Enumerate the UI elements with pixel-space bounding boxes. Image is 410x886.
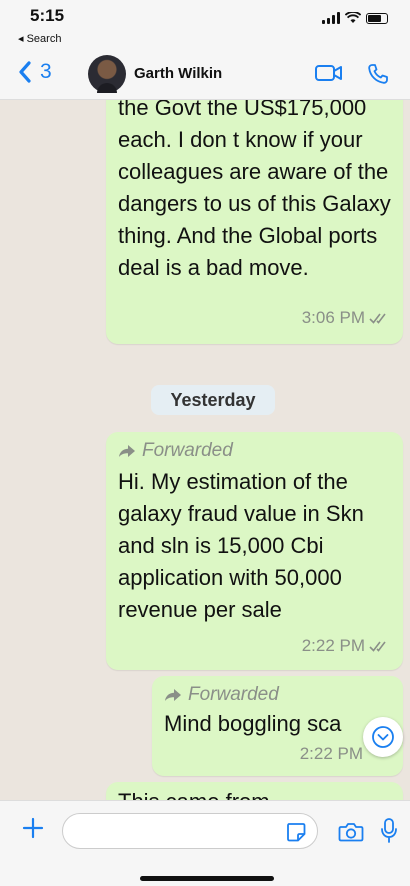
forwarded-label: Forwarded <box>106 432 403 462</box>
message-composer <box>0 800 410 886</box>
microphone-icon[interactable] <box>380 817 398 845</box>
sticker-icon[interactable] <box>285 821 307 843</box>
double-check-icon <box>369 641 386 652</box>
unread-count: 3 <box>40 60 52 83</box>
message-meta: 2:22 PM <box>300 738 363 770</box>
chat-area[interactable]: the Govt the US$175,000 each. I don t kn… <box>0 100 410 800</box>
double-check-icon <box>369 313 386 324</box>
avatar[interactable] <box>88 55 126 93</box>
contact-name[interactable]: Garth Wilkin <box>134 65 222 82</box>
date-separator: Yesterday <box>151 385 275 415</box>
message-text: Hi. My estimation of the galaxy fraud va… <box>118 469 364 622</box>
phone-icon[interactable] <box>366 62 390 86</box>
message-time: 2:22 PM <box>301 636 365 655</box>
back-button[interactable]: 3 <box>18 60 52 84</box>
message-input[interactable] <box>62 813 318 849</box>
chat-header: 3 Garth Wilkin <box>0 50 410 100</box>
signal-icon <box>322 12 340 24</box>
scroll-down-icon <box>372 726 394 748</box>
message-text: the Govt the US$175,000 each. I don t kn… <box>118 100 391 280</box>
battery-icon <box>366 12 388 24</box>
message-text: This came from <box>106 782 403 800</box>
message-time: 3:06 PM <box>301 308 365 327</box>
back-to-app-link[interactable]: ◂ Search <box>18 32 61 45</box>
video-call-icon[interactable] <box>314 62 344 84</box>
attach-button[interactable] <box>22 815 44 845</box>
forwarded-text: Forwarded <box>188 684 279 705</box>
message-meta: 3:06 PM <box>302 302 391 334</box>
plus-icon <box>22 817 44 839</box>
forwarded-text: Forwarded <box>142 440 233 461</box>
camera-icon[interactable] <box>338 821 364 843</box>
outgoing-message-bubble[interactable]: This came from <box>106 782 403 800</box>
status-time: 5:15 <box>30 6 65 25</box>
forwarded-label: Forwarded <box>152 676 403 706</box>
status-indicators <box>322 12 388 24</box>
forward-arrow-icon <box>119 445 135 457</box>
chevron-left-icon <box>19 61 31 83</box>
forward-arrow-icon <box>165 689 181 701</box>
message-meta: 2:22 PM <box>302 630 391 662</box>
wifi-icon <box>345 12 361 23</box>
message-time: 2:22 PM <box>299 744 363 763</box>
scroll-to-bottom-button[interactable] <box>363 717 403 757</box>
outgoing-message-bubble[interactable]: the Govt the US$175,000 each. I don t kn… <box>106 100 403 344</box>
outgoing-message-bubble[interactable]: Forwarded Hi. My estimation of the galax… <box>106 432 403 670</box>
home-indicator <box>140 876 274 881</box>
status-bar: 5:15 ◂ Search <box>0 0 410 50</box>
